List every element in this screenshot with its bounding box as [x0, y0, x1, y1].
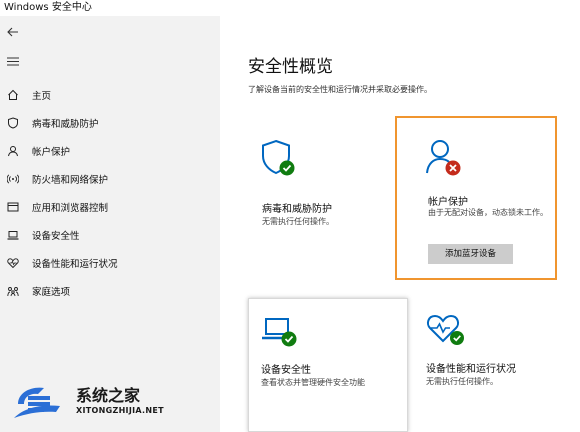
sidebar-item-label: 帐户保护: [32, 147, 71, 158]
sidebar-item-firewall[interactable]: 防火墙和网络保护: [0, 167, 220, 191]
shield-icon: [6, 116, 20, 130]
watermark-name: 系统之家: [76, 386, 141, 405]
add-bluetooth-device-button[interactable]: 添加蓝牙设备: [428, 244, 513, 264]
watermark: 系统之家 XITONGZHIJIA.NET: [10, 378, 164, 428]
card-description: 由于无配对设备，动态锁未工作。: [428, 208, 548, 217]
browser-window-icon: [6, 200, 20, 214]
sidebar-item-app-browser-control[interactable]: 应用和浏览器控制: [0, 195, 220, 219]
sidebar-item-family-options[interactable]: 家庭选项: [0, 279, 220, 303]
wifi-icon: [6, 172, 20, 186]
card-description: 无需执行任何操作。: [426, 377, 498, 386]
laptop-check-icon: [262, 318, 297, 347]
person-error-icon: [426, 140, 461, 176]
card-description: 查看状态并管理硬件安全功能: [261, 378, 365, 387]
sidebar-item-label: 主页: [32, 91, 52, 102]
sidebar-item-virus-protection[interactable]: 病毒和威胁防护: [0, 111, 220, 135]
sidebar-item-label: 家庭选项: [32, 287, 71, 298]
back-button[interactable]: [5, 24, 21, 40]
sidebar-item-label: 防火墙和网络保护: [32, 175, 109, 186]
sidebar-item-home[interactable]: 主页: [0, 83, 220, 107]
card-device-performance[interactable]: 设备性能和运行状况 无需执行任何操作。: [426, 298, 576, 432]
card-title: 病毒和威胁防护: [262, 204, 332, 215]
card-virus-protection[interactable]: 病毒和威胁防护 无需执行任何操作。: [248, 126, 398, 286]
hamburger-icon: [7, 57, 19, 65]
family-icon: [6, 284, 20, 298]
main-content: 安全性概览 了解设备当前的安全性和运行情况并采取必要操作。 病毒和威胁防护 无需…: [220, 16, 580, 432]
watermark-url: XITONGZHIJIA.NET: [76, 406, 164, 415]
window-title: Windows 安全中心: [0, 0, 580, 16]
person-icon: [6, 144, 20, 158]
card-account-protection[interactable]: 帐户保护 由于无配对设备，动态锁未工作。 添加蓝牙设备: [395, 116, 557, 280]
page-subtitle: 了解设备当前的安全性和运行情况并采取必要操作。: [248, 85, 432, 94]
card-device-security[interactable]: 设备安全性 查看状态并管理硬件安全功能: [248, 298, 408, 432]
sidebar-item-label: 应用和浏览器控制: [32, 203, 109, 214]
sidebar-item-device-security[interactable]: 设备安全性: [0, 223, 220, 247]
shield-check-icon: [262, 139, 295, 176]
sidebar-item-label: 设备安全性: [32, 231, 80, 242]
back-arrow-icon: [7, 27, 18, 37]
page-title: 安全性概览: [248, 57, 333, 77]
home-icon: [6, 88, 20, 102]
card-title: 帐户保护: [428, 197, 468, 208]
card-title: 设备安全性: [261, 365, 311, 376]
sidebar-item-label: 病毒和威胁防护: [32, 119, 99, 130]
heart-pulse-check-icon: [426, 314, 464, 345]
card-description: 无需执行任何操作。: [262, 217, 334, 226]
watermark-logo-icon: [14, 387, 60, 418]
sidebar: 主页 病毒和威胁防护 帐户保护 防火墙和网络保护 应用和浏览器控制 设备安全性 …: [0, 16, 220, 432]
menu-button[interactable]: [5, 53, 21, 69]
laptop-icon: [6, 228, 20, 242]
sidebar-item-account-protection[interactable]: 帐户保护: [0, 139, 220, 163]
card-title: 设备性能和运行状况: [426, 364, 516, 375]
heart-icon: [6, 256, 20, 270]
sidebar-item-label: 设备性能和运行状况: [32, 259, 118, 270]
sidebar-item-device-performance[interactable]: 设备性能和运行状况: [0, 251, 220, 275]
